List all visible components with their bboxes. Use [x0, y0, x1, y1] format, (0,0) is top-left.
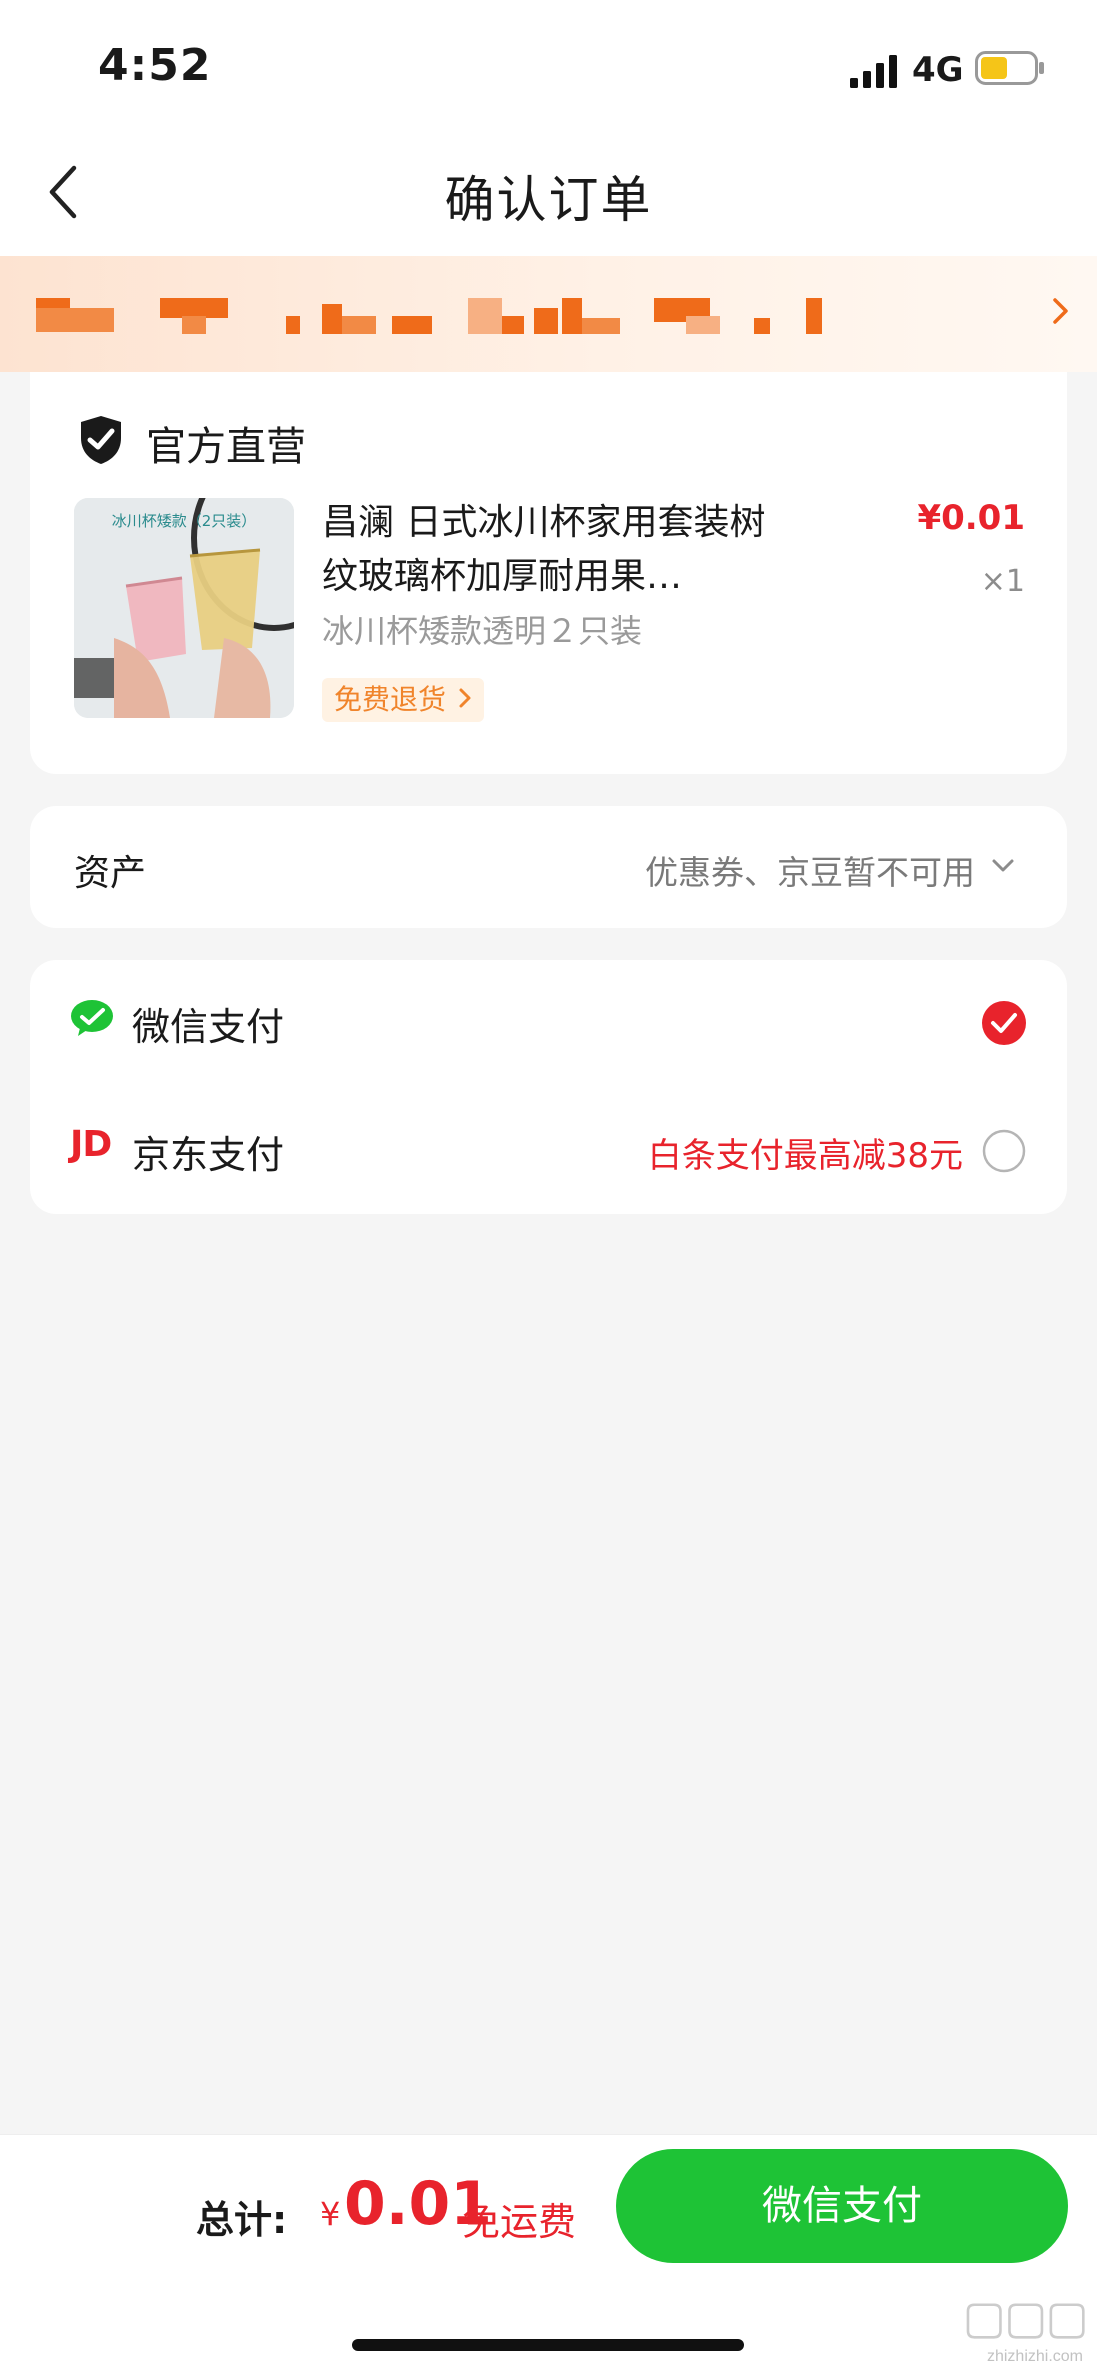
assets-value: 优惠券、京豆暂不可用 [645, 853, 975, 892]
assets-row[interactable]: 资产 优惠券、京豆暂不可用 [30, 806, 1067, 928]
jd-logo: JD [70, 1124, 112, 1165]
pixel-block [392, 316, 432, 334]
product-spec: 冰川杯矮款透明２只装 [322, 612, 643, 650]
watermark-logo: ▢▢▢ [962, 2290, 1089, 2344]
pixel-block [806, 298, 822, 334]
promo-banner[interactable] [0, 256, 1097, 372]
free-return-badge[interactable]: 免费退货 [322, 678, 485, 722]
watermark: ▢▢▢ zhizhizhi.com [937, 2290, 1089, 2370]
home-indicator[interactable] [352, 2339, 744, 2351]
store-name: 官方直营 [146, 424, 306, 470]
pixel-block [286, 316, 300, 334]
check-icon[interactable] [981, 1000, 1027, 1046]
battery-icon [975, 51, 1044, 85]
pixel-block [36, 308, 114, 332]
total-label: 总计: [196, 2198, 288, 2242]
product-price: ¥0.01 [917, 498, 1025, 538]
bottom-bar: 总计: ¥ 0.01 免运费 微信支付 [0, 2134, 1097, 2374]
chevron-down-icon [992, 859, 1014, 872]
chevron-right-icon [1053, 298, 1068, 324]
currency-symbol: ¥ [320, 2195, 341, 2233]
pixel-block [534, 308, 558, 334]
status-time: 4:52 [98, 40, 212, 91]
pixel-block [582, 318, 620, 334]
pixel-block [342, 316, 376, 334]
pixel-block [468, 298, 502, 334]
pixel-block [160, 298, 228, 318]
product-quantity: ×1 [980, 564, 1025, 599]
watermark-text: zhizhizhi.com [986, 2348, 1083, 2365]
wechat-pay-button[interactable]: 微信支付 [616, 2149, 1068, 2263]
signal-icon [850, 55, 897, 88]
shipping-note: 免运费 [462, 2200, 577, 2244]
assets-label: 资产 [74, 853, 147, 894]
payment-methods: 微信支付 JD 京东支付 白条支付最高减38元 [30, 960, 1067, 1214]
glasses-illustration [74, 498, 294, 718]
payment-option-wechat[interactable]: 微信支付 [30, 960, 1067, 1086]
payment-option-jd[interactable]: JD 京东支付 白条支付最高减38元 [30, 1088, 1067, 1214]
pixel-block [686, 316, 720, 334]
pixel-block [502, 316, 524, 334]
payment-label: 微信支付 [132, 1005, 285, 1049]
store-card: 官方直营 冰川杯矮款（2只装） 昌澜 日式冰川杯家用套装树纹玻璃杯加厚耐用果… … [30, 372, 1067, 774]
pixel-block [754, 318, 770, 334]
network-type: 4G [912, 50, 964, 90]
status-bar: 4:52 4G [0, 0, 1097, 140]
pixel-block [322, 304, 342, 334]
shield-icon [81, 416, 121, 464]
image-caption: 冰川杯矮款（2只装） [111, 512, 257, 530]
product-title[interactable]: 昌澜 日式冰川杯家用套装树纹玻璃杯加厚耐用果… [322, 496, 782, 604]
wechat-icon [71, 1000, 113, 1036]
pixel-block [562, 298, 582, 334]
jd-promo-text: 白条支付最高减38元 [647, 1136, 963, 1176]
nav-bar: 确认订单 [0, 130, 1097, 256]
product-image[interactable]: 冰川杯矮款（2只装） [74, 498, 294, 718]
page-title: 确认订单 [444, 171, 653, 229]
chevron-right-icon [459, 688, 471, 708]
pixel-block [182, 316, 206, 334]
radio-icon[interactable] [981, 1128, 1027, 1174]
payment-label: 京东支付 [132, 1133, 285, 1177]
free-return-label: 免费退货 [334, 683, 447, 716]
